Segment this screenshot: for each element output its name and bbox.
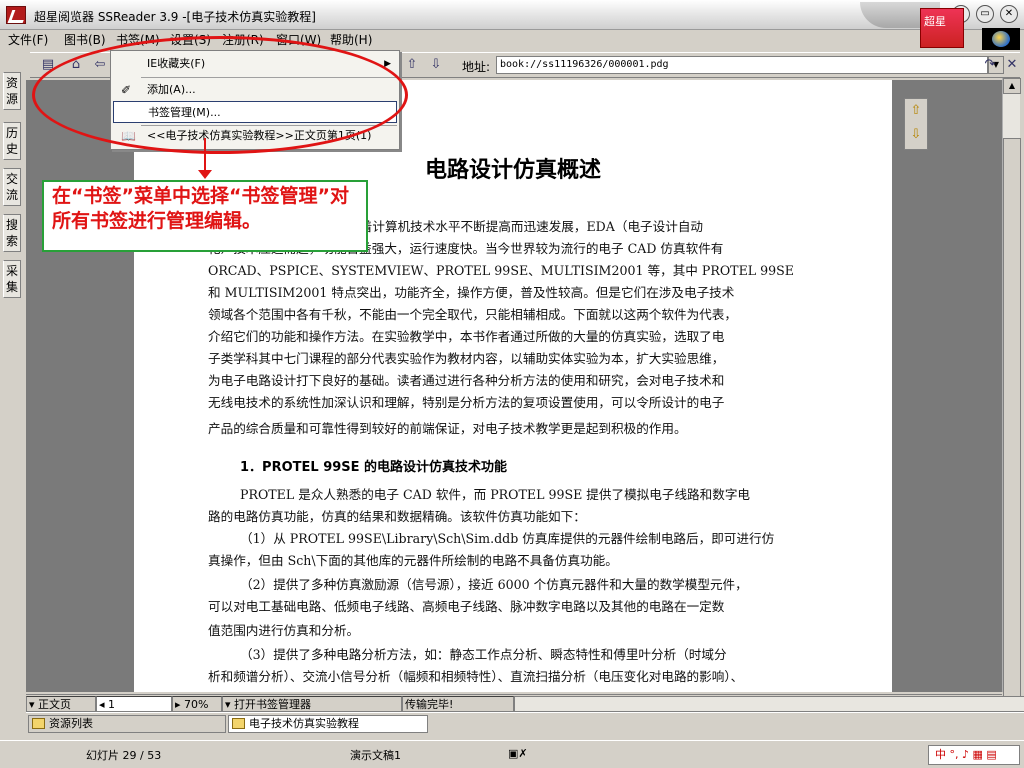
tab-history[interactable]: 历史 <box>3 122 21 160</box>
restore-button[interactable]: ▭ <box>976 5 994 23</box>
tab-current-book-label: 电子技术仿真实验教程 <box>249 717 359 730</box>
para2-line: PROTEL 是众人熟悉的电子 CAD 软件，而 PROTEL 99SE 提供了… <box>240 487 751 502</box>
vertical-scrollbar[interactable]: ▲ <box>1002 78 1021 718</box>
reader-status-bar: ▾ 正文页 ◂ 1 ▸ 70% ▾ 打开书签管理器 传输完毕! <box>26 694 1024 712</box>
scroll-thumb[interactable] <box>1003 138 1021 718</box>
ppt-status-bar: 幻灯片 29 / 53 演示文稿1 ▣✗ 中 °, ♪ ▦ ▤ <box>0 740 1024 768</box>
tab-resources[interactable]: 资源 <box>3 72 21 110</box>
para2-line: 析和频谱分析）、交流小信号分析（幅频和相频特性）、直流扫描分析（电压变化对电路的… <box>208 669 744 684</box>
para1-line: 无线电技术的系统性加深认识和理解，特别是分析方法的复项设置使用，可以令所设计的电… <box>208 395 725 410</box>
list-icon <box>32 718 45 729</box>
para2-line: （1）从 PROTEL 99SE\Library\Sch\Sim.ddb 仿真库… <box>240 531 775 546</box>
status-message: ▾ 打开书签管理器 <box>222 696 402 712</box>
callout-arrow-icon <box>198 170 212 179</box>
tab-current-book[interactable]: 电子技术仿真实验教程 <box>228 715 428 733</box>
horizontal-scrollbar[interactable] <box>514 696 1024 712</box>
section-heading: 1．PROTEL 99SE 的电路设计仿真技术功能 <box>240 460 508 475</box>
page-number-input[interactable]: ◂ 1 <box>96 696 172 712</box>
address-input[interactable]: book://ss11196326/000001.pdg <box>496 56 988 74</box>
page-nav-panel: ⇧ ⇩ <box>904 98 928 150</box>
book-icon <box>232 718 245 729</box>
template-name: 演示文稿1 <box>350 749 401 762</box>
para2-line: 值范围内进行仿真和分析。 <box>208 623 360 638</box>
page-number-value: 1 <box>108 698 116 711</box>
document-page: 电路设计仿真概述 软件随着计算机技术水平不断提高而迅速发展，EDA（电子设计自动… <box>134 80 892 692</box>
prev-page-icon[interactable]: ⇧ <box>905 99 927 123</box>
ime-lang: 中 <box>935 748 946 761</box>
menu-help[interactable]: 帮助(H) <box>328 32 374 48</box>
callout-connector <box>204 138 206 174</box>
brand-label: 超星 <box>924 15 946 28</box>
para1-line: 产品的综合质量和可靠性得到较好的前端保证，对电子技术教学更是起到积极的作用。 <box>208 421 687 436</box>
status-message-text: 打开书签管理器 <box>234 698 312 711</box>
window-title: 超星阅览器 SSReader 3.9 -[电子技术仿真实验教程] <box>34 10 316 24</box>
tab-exchange[interactable]: 交流 <box>3 168 21 206</box>
brand-logo: 超星 <box>920 8 964 48</box>
menu-book[interactable]: 图书(B) <box>62 32 108 48</box>
zoom-select[interactable]: ▸ 70% <box>172 696 222 712</box>
slide-counter: 幻灯片 29 / 53 <box>86 749 162 762</box>
document-viewer[interactable]: 电路设计仿真概述 软件随着计算机技术水平不断提高而迅速发展，EDA（电子设计自动… <box>26 80 1002 692</box>
page-type-select[interactable]: ▾ 正文页 <box>26 696 96 712</box>
menu-file[interactable]: 文件(F) <box>6 32 50 48</box>
transfer-status: 传输完毕! <box>402 696 514 712</box>
para2-line: （2）提供了多种仿真激励源（信号源），接近 6000 个仿真元器件和大量的数学模… <box>240 577 748 592</box>
resource-bar: 资源列表 电子技术仿真实验教程 <box>26 712 1024 734</box>
para2-line: 真操作，但由 Sch\下面的其他库的元器件所绘制的电路不具备仿真功能。 <box>208 553 618 568</box>
close-button[interactable]: ✕ <box>1000 5 1018 23</box>
para1-line: 为电子电路设计打下良好的基础。读者通过进行各种分析方法的使用和研究，会对电子技术… <box>208 373 725 388</box>
app-logo-icon <box>6 6 26 24</box>
para1-line: 和 MULTISIM2001 特点突出，功能齐全，操作方便，普及性较高。但是它们… <box>208 285 735 300</box>
tab-resource-list-label: 资源列表 <box>49 717 93 730</box>
go-icon[interactable]: ↷ <box>980 56 1000 74</box>
para1-line: 子类学科其中七门课程的部分代表实验作为教材内容，以辅助实体实验为本，扩大实验思维… <box>208 351 725 366</box>
spell-check-icon[interactable]: ▣✗ <box>508 747 528 760</box>
para2-line: （3）提供了多种电路分析方法，如：静态工作点分析、瞬态特性和傅里叶分析（时域分 <box>240 647 727 662</box>
tab-collect[interactable]: 采集 <box>3 260 21 298</box>
para1-line: ORCAD、PSPICE、SYSTEMVIEW、PROTEL 99SE、MULT… <box>208 263 794 278</box>
zoom-value: 70% <box>184 698 209 711</box>
para1-line: 介绍它们的功能和操作方法。在实验教学中，本书作者通过所做的大量的仿真实验，选取了… <box>208 329 725 344</box>
title-bar: 超星阅览器 SSReader 3.9 -[电子技术仿真实验教程] ? ▭ ✕ <box>0 0 1024 30</box>
para1-line: 领域各个范围中各有千秋，不能由一个完全取代，只能相辅相成。下面就以这两个软件为代… <box>208 307 737 322</box>
globe-icon <box>982 28 1020 50</box>
next-page-icon[interactable]: ⇩ <box>905 123 927 147</box>
para1-line: 软件随着计算机技术水平不断提高而迅速发展，EDA（电子设计自动 <box>322 219 704 234</box>
left-tab-strip: 资源 历史 交流 搜索 采集 <box>0 70 24 710</box>
para2-line: 路的电路仿真功能，仿真的结果和数据精确。该软件仿真功能如下： <box>208 509 586 524</box>
tab-search[interactable]: 搜索 <box>3 214 21 252</box>
ime-indicator[interactable]: 中 °, ♪ ▦ ▤ <box>928 745 1020 765</box>
page-type-value: 正文页 <box>38 698 72 711</box>
para2-line: 可以对电工基础电路、低频电子线路、高频电子线路、脉冲数字电路以及其他的电路在一定… <box>208 599 725 614</box>
close-pane-icon[interactable]: ✕ <box>1002 56 1022 74</box>
instruction-callout: 在“书签”菜单中选择“书签管理”对所有书签进行管理编辑。 <box>42 180 368 252</box>
address-label: 地址: <box>462 60 491 74</box>
page-up-icon[interactable]: ⇧ <box>402 56 422 74</box>
tab-resource-list[interactable]: 资源列表 <box>28 715 226 733</box>
page-down-icon[interactable]: ⇩ <box>426 56 446 74</box>
highlight-ellipse <box>32 36 408 154</box>
scroll-up-icon[interactable]: ▲ <box>1003 78 1021 94</box>
